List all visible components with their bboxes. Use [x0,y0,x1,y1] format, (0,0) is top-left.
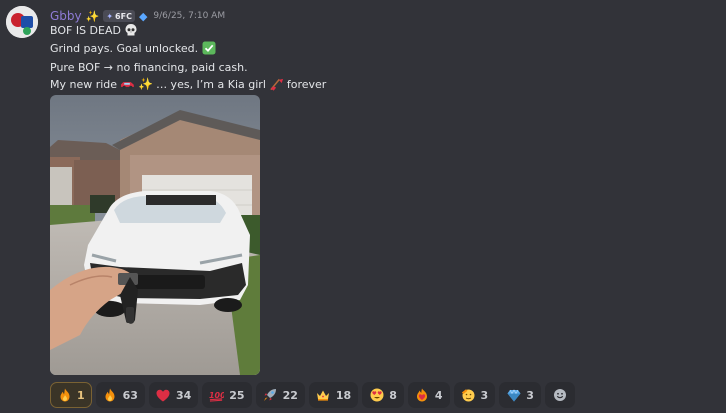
reaction-count: 34 [175,388,192,402]
fire-icon [57,388,72,403]
chat-message: Gbby ✨ ✦ 6FC ◆ 9/6/25, 7:10 AM BOF IS DE… [0,0,726,413]
sparkles-icon: ✨ [85,9,100,23]
saluting-face-icon [461,388,476,403]
crown-icon [316,388,331,403]
reaction-count: 8 [389,388,397,402]
reaction-button[interactable]: 100 25 [202,382,252,408]
nitro-gem-icon[interactable]: ◆ [139,10,147,23]
reaction-button[interactable]: 3 [499,382,541,408]
skull-icon [124,23,139,38]
heart-eyes-icon [369,388,384,403]
racing-flag-icon [269,77,284,92]
reaction-button[interactable]: 4 [407,382,450,408]
rocket-icon [263,388,278,403]
message-line: Pure BOF → no financing, paid cash. [50,59,248,75]
fire-icon [103,388,118,403]
reaction-count: 4 [434,388,443,402]
heart-icon [156,388,171,403]
avatar[interactable] [6,6,38,38]
reaction-count: 1 [77,388,85,402]
photo-attachment[interactable] [50,95,260,375]
reactions-bar: 1 63 34 100 25 22 18 8 4 3 3 [50,382,575,408]
message-line: BOF IS DEAD [50,22,139,38]
message-text: Pure BOF → no financing, paid cash. [50,60,248,74]
reaction-count: 25 [229,388,245,402]
timestamp[interactable]: 9/6/25, 7:10 AM [153,11,225,21]
reaction-count: 22 [282,388,298,402]
heart-on-fire-icon [415,388,430,403]
username[interactable]: Gbby [50,9,82,23]
message-text: … yes, I’m a Kia girl [156,77,266,91]
reaction-button[interactable]: 8 [362,382,404,408]
add-reaction-button[interactable] [544,382,575,408]
reaction-button[interactable]: 22 [255,382,305,408]
guild-tag-badge[interactable]: ✦ 6FC [103,10,135,22]
reaction-count: 3 [526,388,534,402]
reaction-button[interactable]: 3 [453,382,496,408]
reaction-count: 18 [335,388,352,402]
reaction-count: 63 [122,388,138,402]
message-text: Grind pays. Goal unlocked. [50,41,199,55]
message-text: forever [286,77,327,91]
reaction-button[interactable]: 63 [95,382,145,408]
message-line: My new ride ✨ … yes, I’m a Kia girl fore… [50,76,326,92]
hundred-icon: 100 [209,388,224,403]
sparkles-icon: ✨ [138,77,154,91]
red-car-icon [120,77,135,92]
reaction-button[interactable]: 34 [148,382,199,408]
smiley-add-icon [552,388,567,403]
reaction-count: 3 [480,388,489,402]
gem-icon [506,388,521,403]
reaction-button[interactable]: 1 [50,382,92,408]
message-text: My new ride [50,77,118,91]
guild-tag-text: 6FC [115,11,132,21]
message-text: BOF IS DEAD [50,23,121,37]
check-mark-button-icon [201,41,216,56]
reaction-button[interactable]: 18 [308,382,359,408]
tag-icon: ✦ [106,11,114,21]
message-line: Grind pays. Goal unlocked. [50,40,216,56]
